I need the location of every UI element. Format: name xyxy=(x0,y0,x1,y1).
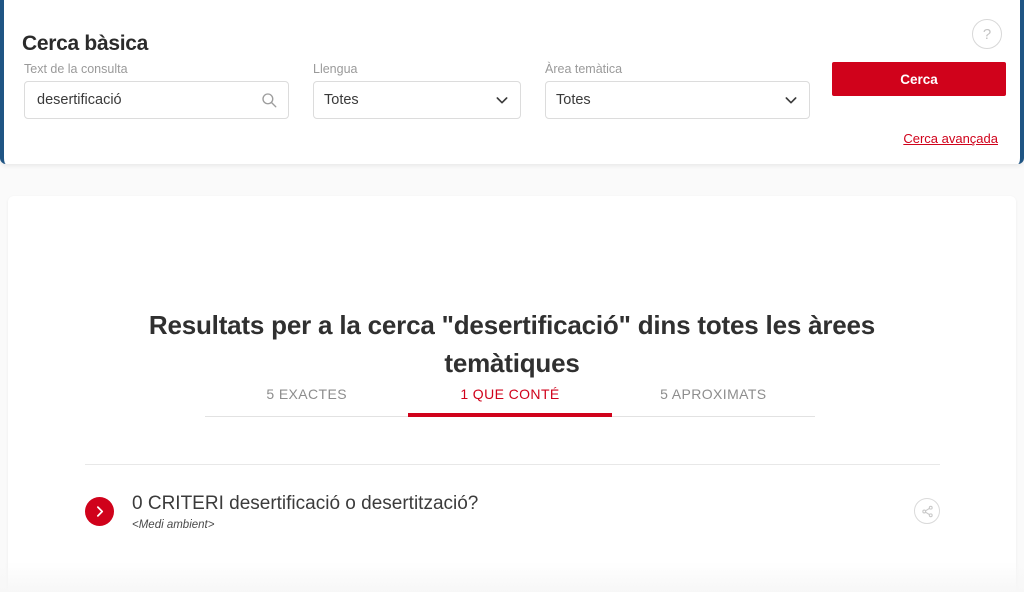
help-icon[interactable]: ? xyxy=(972,19,1002,49)
chevron-down-icon xyxy=(494,92,510,108)
tab-que-conte[interactable]: 1 QUE CONTÉ xyxy=(408,386,612,417)
results-divider xyxy=(85,464,940,465)
list-item: 0 CRITERI desertificació o desertització… xyxy=(85,491,940,531)
search-input-box[interactable] xyxy=(24,81,289,119)
query-field-group: Text de la consulta xyxy=(24,62,289,119)
chevron-right-icon[interactable] xyxy=(85,497,114,526)
search-input[interactable] xyxy=(35,91,260,109)
result-text-block: 0 CRITERI desertificació o desertització… xyxy=(132,491,914,531)
search-submit-button[interactable]: Cerca xyxy=(832,62,1006,96)
query-field-label: Text de la consulta xyxy=(24,62,128,76)
page-root: Cerca bàsica ? Text de la consulta Lleng… xyxy=(0,0,1024,592)
chevron-down-icon xyxy=(783,92,799,108)
tab-aproximats[interactable]: 5 APROXIMATS xyxy=(611,386,815,417)
language-field-group: Llengua Totes xyxy=(313,62,521,119)
results-tabs: 5 EXACTES 1 QUE CONTÉ 5 APROXIMATS xyxy=(205,386,815,417)
results-heading: Resultats per a la cerca "desertificació… xyxy=(148,309,876,378)
language-field-label: Llengua xyxy=(313,62,358,76)
thematic-area-field-label: Àrea temàtica xyxy=(545,62,623,76)
thematic-area-select[interactable]: Totes xyxy=(545,81,810,119)
help-question-mark: ? xyxy=(982,25,992,43)
tab-exactes[interactable]: 5 EXACTES xyxy=(205,386,409,417)
results-card: Resultats per a la cerca "desertificació… xyxy=(8,196,1016,592)
result-title[interactable]: 0 CRITERI desertificació o desertització… xyxy=(132,491,914,516)
share-icon[interactable] xyxy=(914,498,940,524)
language-select[interactable]: Totes xyxy=(313,81,521,119)
advanced-search-link[interactable]: Cerca avançada xyxy=(903,131,998,146)
search-icon xyxy=(260,91,278,109)
basic-search-card: Cerca bàsica ? Text de la consulta Lleng… xyxy=(0,0,1024,164)
thematic-area-select-value: Totes xyxy=(556,92,591,108)
page-title: Cerca bàsica xyxy=(22,32,148,56)
thematic-area-field-group: Àrea temàtica Totes xyxy=(545,62,810,119)
result-subtitle: <Medi ambient> xyxy=(132,519,215,531)
language-select-value: Totes xyxy=(324,92,359,108)
